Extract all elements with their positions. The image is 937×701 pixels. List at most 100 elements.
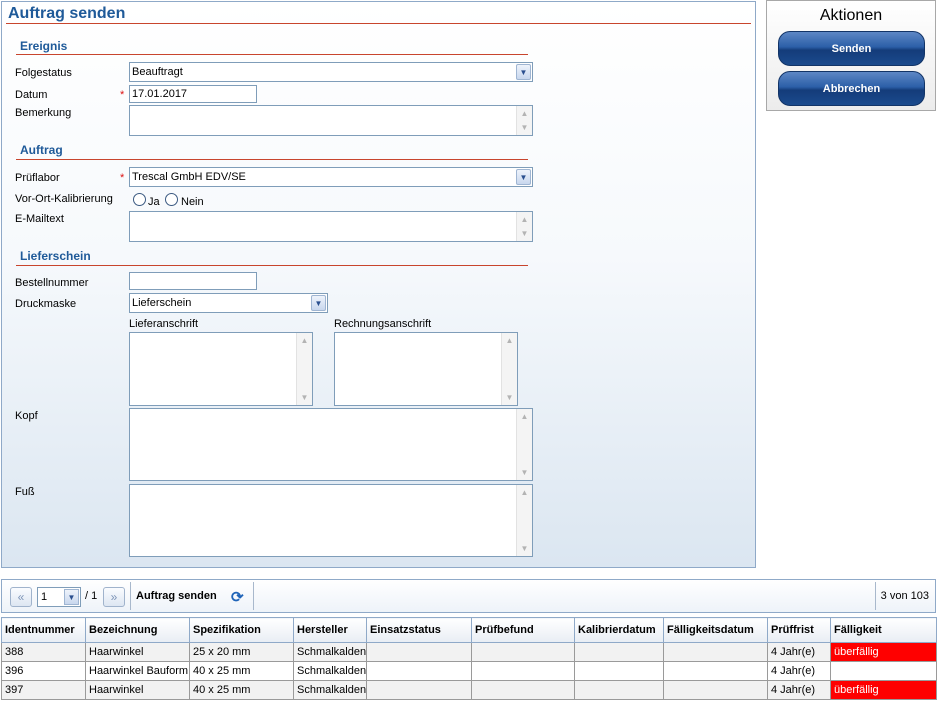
prueflabor-label: Prüflabor [15, 172, 60, 184]
cell-bezeichnung: Haarwinkel Bauform [85, 661, 190, 681]
druckmaske-select[interactable]: Lieferschein ▼ [129, 293, 328, 313]
chevron-down-icon[interactable]: ▼ [516, 169, 531, 185]
column-header-bezeichnung[interactable]: Bezeichnung [85, 617, 190, 643]
scrollbar[interactable]: ▲ ▼ [516, 212, 532, 241]
kopf-textarea[interactable]: ▲ ▼ [129, 408, 533, 481]
folgestatus-select[interactable]: Beauftragt ▼ [129, 62, 533, 82]
section-title-auftrag: Auftrag [20, 143, 63, 157]
scroll-up-icon[interactable]: ▲ [298, 334, 311, 347]
emailtext-textarea[interactable]: ▲ ▼ [129, 211, 533, 242]
cell-hersteller: Schmalkalden [293, 661, 367, 681]
scrollbar[interactable]: ▲ ▼ [296, 333, 312, 405]
record-count: 3 von 103 [880, 590, 929, 602]
cell-spezifikation: 40 x 25 mm [189, 680, 294, 700]
cell-prueffrist: 4 Jahr(e) [767, 642, 831, 662]
vor-ort-nein-radio[interactable] [165, 193, 178, 206]
scroll-up-icon[interactable]: ▲ [503, 334, 516, 347]
cell-spezifikation: 25 x 20 mm [189, 642, 294, 662]
vor-ort-ja-label: Ja [148, 196, 160, 208]
table-header-row: Identnummer Bezeichnung Spezifikation He… [1, 617, 937, 643]
prueflabor-select[interactable]: Trescal GmbH EDV/SE ▼ [129, 167, 533, 187]
datum-input[interactable]: 17.01.2017 [129, 85, 257, 103]
scroll-up-icon[interactable]: ▲ [518, 213, 531, 226]
scroll-down-icon[interactable]: ▼ [298, 391, 311, 404]
folgestatus-value: Beauftragt [132, 66, 183, 78]
datum-value: 17.01.2017 [132, 88, 188, 100]
title-divider [6, 23, 751, 24]
scroll-down-icon[interactable]: ▼ [518, 542, 531, 555]
next-page-icon[interactable]: » [103, 587, 125, 607]
bemerkung-textarea[interactable]: ▲ ▼ [129, 105, 533, 136]
refresh-icon[interactable]: ⟳ [231, 588, 244, 606]
chevron-down-icon[interactable]: ▼ [311, 295, 326, 311]
scroll-down-icon[interactable]: ▼ [503, 391, 516, 404]
lieferanschrift-label: Lieferanschrift [129, 318, 199, 330]
druckmaske-value: Lieferschein [132, 297, 192, 309]
lieferanschrift-textarea[interactable]: ▲ ▼ [129, 332, 313, 406]
pager-separator [875, 582, 876, 610]
column-header-kalibrierdatum[interactable]: Kalibrierdatum [574, 617, 664, 643]
cell-pruefbefund [471, 680, 575, 700]
section-divider-lieferschein [16, 265, 528, 266]
column-header-faelligkeit[interactable]: Fälligkeit [830, 617, 937, 643]
column-header-pruefbefund[interactable]: Prüfbefund [471, 617, 575, 643]
column-header-identnummer[interactable]: Identnummer [1, 617, 86, 643]
cell-faelligkeitsdatum [663, 680, 768, 700]
pager-separator [253, 582, 254, 610]
bestellnummer-input[interactable] [129, 272, 257, 290]
cell-faelligkeitsdatum [663, 661, 768, 681]
fuss-label: Fuß [15, 486, 35, 498]
cell-einsatzstatus [366, 661, 472, 681]
cell-bezeichnung: Haarwinkel [85, 680, 190, 700]
column-header-prueffrist[interactable]: Prüffrist [767, 617, 831, 643]
cell-identnummer: 388 [1, 642, 86, 662]
datum-label: Datum [15, 89, 48, 101]
scroll-up-icon[interactable]: ▲ [518, 410, 531, 423]
cancel-button[interactable]: Abbrechen [778, 71, 925, 106]
required-marker: * [120, 172, 125, 184]
pager-separator [130, 582, 131, 610]
column-header-einsatzstatus[interactable]: Einsatzstatus [366, 617, 472, 643]
table-row[interactable]: 397 Haarwinkel 40 x 25 mm Schmalkalden 4… [1, 680, 937, 700]
scrollbar[interactable]: ▲ ▼ [516, 485, 532, 556]
vor-ort-nein-label: Nein [181, 196, 204, 208]
cell-spezifikation: 40 x 25 mm [189, 661, 294, 681]
scrollbar[interactable]: ▲ ▼ [501, 333, 517, 405]
scrollbar[interactable]: ▲ ▼ [516, 409, 532, 480]
cell-einsatzstatus [366, 680, 472, 700]
table-row[interactable]: 388 Haarwinkel 25 x 20 mm Schmalkalden 4… [1, 642, 937, 662]
page-select[interactable]: 1 ▼ [37, 587, 81, 607]
first-page-icon[interactable]: « [10, 587, 32, 607]
scrollbar[interactable]: ▲ ▼ [516, 106, 532, 135]
cell-kalibrierdatum [574, 642, 664, 662]
vor-ort-ja-radio[interactable] [133, 193, 146, 206]
table-row[interactable]: 396 Haarwinkel Bauform 40 x 25 mm Schmal… [1, 661, 937, 681]
column-header-spezifikation[interactable]: Spezifikation [189, 617, 294, 643]
pager-bar: « 1 ▼ / 1 » Auftrag senden ⟳ 3 von 103 [1, 579, 936, 613]
section-title-ereignis: Ereignis [20, 39, 68, 53]
fuss-textarea[interactable]: ▲ ▼ [129, 484, 533, 557]
cell-pruefbefund [471, 661, 575, 681]
cell-faelligkeit-status-badge: überfällig [830, 642, 937, 662]
bestellnummer-label: Bestellnummer [15, 277, 89, 289]
cell-bezeichnung: Haarwinkel [85, 642, 190, 662]
cell-einsatzstatus [366, 642, 472, 662]
chevron-down-icon[interactable]: ▼ [64, 589, 79, 605]
rechnungsanschrift-textarea[interactable]: ▲ ▼ [334, 332, 518, 406]
scroll-down-icon[interactable]: ▼ [518, 466, 531, 479]
scroll-down-icon[interactable]: ▼ [518, 227, 531, 240]
send-button[interactable]: Senden [778, 31, 925, 66]
pager-title: Auftrag senden [136, 590, 217, 602]
column-header-faelligkeitsdatum[interactable]: Fälligkeitsdatum [663, 617, 768, 643]
chevron-down-icon[interactable]: ▼ [516, 64, 531, 80]
scroll-up-icon[interactable]: ▲ [518, 107, 531, 120]
cell-faelligkeit-status-badge: überfällig [830, 661, 937, 681]
cell-hersteller: Schmalkalden [293, 680, 367, 700]
cell-identnummer: 396 [1, 661, 86, 681]
column-header-hersteller[interactable]: Hersteller [293, 617, 367, 643]
send-order-form: Auftrag senden Ereignis Folgestatus Beau… [1, 1, 756, 568]
scroll-up-icon[interactable]: ▲ [518, 486, 531, 499]
scroll-down-icon[interactable]: ▼ [518, 121, 531, 134]
section-divider-auftrag [16, 159, 528, 160]
vor-ort-label: Vor-Ort-Kalibrierung [15, 193, 113, 205]
